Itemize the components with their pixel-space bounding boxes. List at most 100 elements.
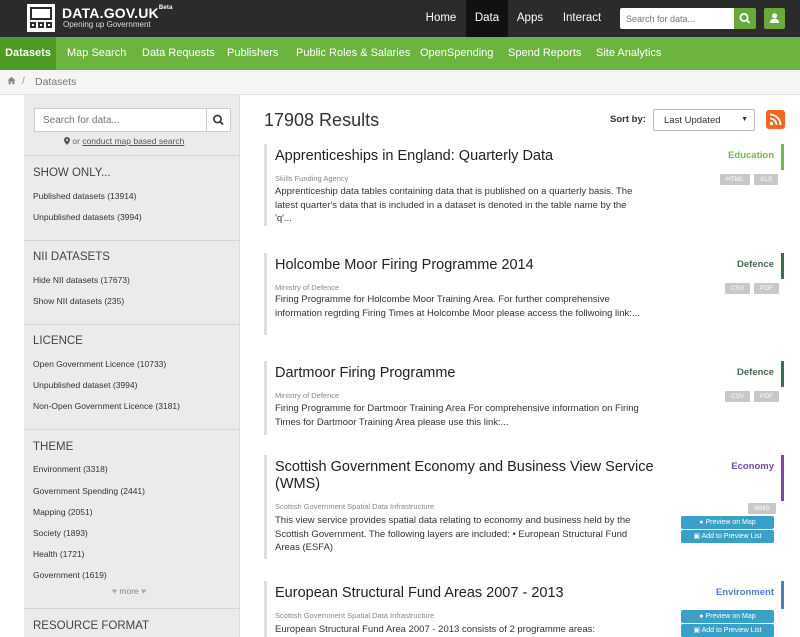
breadcrumb: / Datasets	[0, 70, 800, 95]
map-marker-icon: ●	[699, 519, 704, 526]
user-button[interactable]	[764, 8, 785, 29]
result-title[interactable]: Dartmoor Firing Programme	[275, 365, 456, 382]
result-publisher[interactable]: Ministry of Defence	[275, 391, 339, 400]
result-card: Scottish Government Economy and Business…	[264, 455, 784, 559]
format-badge[interactable]: PDF	[754, 283, 779, 294]
rss-feed-button[interactable]	[766, 110, 785, 129]
result-theme[interactable]: Education	[728, 150, 774, 161]
result-card: European Structural Fund Areas 2007 - 20…	[264, 581, 784, 637]
user-icon	[770, 13, 779, 23]
facet-item-government-spending[interactable]: Government Spending (2441)	[33, 486, 145, 496]
search-icon	[213, 114, 224, 126]
sidebar-search-input[interactable]	[34, 108, 207, 132]
result-title[interactable]: Apprenticeships in England: Quarterly Da…	[275, 148, 553, 165]
result-title[interactable]: Scottish Government Economy and Business…	[275, 459, 695, 493]
format-badge[interactable]: HTML	[720, 174, 750, 185]
caret-down-icon: ▼	[741, 116, 748, 123]
button-label: Add to Preview List	[701, 627, 762, 634]
format-badge[interactable]: CSV	[725, 391, 751, 402]
map-search-link[interactable]: conduct map based search	[82, 136, 184, 146]
theme-color-bar	[781, 581, 784, 609]
result-publisher[interactable]: Ministry of Defence	[275, 283, 339, 292]
subnav-datasets[interactable]: Datasets	[0, 37, 56, 70]
cart-icon: ▣	[693, 533, 701, 540]
divider	[24, 155, 239, 156]
header-search-button[interactable]	[734, 8, 756, 29]
result-publisher[interactable]: Scottish Government Spatial Data Infrast…	[275, 611, 434, 620]
result-publisher[interactable]: Skills Funding Agency	[275, 174, 348, 183]
facet-item-government[interactable]: Government (1619)	[33, 570, 107, 580]
facet-item-hide-nii[interactable]: Hide NII datasets (17673)	[33, 275, 130, 285]
facet-item-society[interactable]: Society (1893)	[33, 528, 88, 538]
more-label: more	[119, 586, 139, 596]
preview-on-map-button[interactable]: ● Preview on Map	[681, 610, 774, 623]
button-label: Preview on Map	[705, 519, 756, 526]
subnav-public-roles[interactable]: Public Roles & Salaries	[296, 37, 410, 70]
facet-title-show-only: SHOW ONLY...	[33, 167, 111, 179]
nav-interact[interactable]: Interact	[556, 0, 608, 37]
home-icon[interactable]	[7, 76, 16, 85]
result-theme[interactable]: Defence	[737, 259, 774, 270]
logo-title[interactable]: DATA.GOV.UKBeta	[62, 5, 173, 21]
breadcrumb-separator: /	[22, 76, 25, 87]
subnav-site-analytics[interactable]: Site Analytics	[596, 37, 661, 70]
result-theme[interactable]: Environment	[716, 587, 774, 598]
result-card: Holcombe Moor Firing Programme 2014 Mini…	[264, 253, 784, 335]
subnav-data-requests[interactable]: Data Requests	[142, 37, 215, 70]
divider	[24, 608, 239, 609]
map-marker-icon: ●	[699, 613, 704, 620]
subnav-publishers[interactable]: Publishers	[227, 37, 278, 70]
result-description: Firing Programme for Dartmoor Training A…	[275, 403, 639, 428]
facet-item-show-nii[interactable]: Show NII datasets (235)	[33, 296, 124, 306]
facet-item-unpublished[interactable]: Unpublished datasets (3994)	[33, 212, 142, 222]
button-label: Add to Preview List	[701, 533, 762, 540]
result-publisher[interactable]: Scottish Government Spatial Data Infrast…	[275, 502, 434, 511]
result-description: Firing Programme for Holcombe Moor Train…	[275, 294, 640, 319]
result-title[interactable]: European Structural Fund Areas 2007 - 20…	[275, 585, 564, 602]
add-to-preview-list-button[interactable]: ▣ Add to Preview List	[681, 624, 774, 637]
facet-title-theme: THEME	[33, 441, 74, 453]
nav-data[interactable]: Data	[466, 0, 508, 37]
facet-item-published[interactable]: Published datasets (13914)	[33, 191, 137, 201]
sidebar-search-button[interactable]	[206, 108, 231, 132]
format-badge[interactable]: XLS	[754, 174, 779, 185]
result-theme[interactable]: Economy	[731, 461, 774, 472]
breadcrumb-current: Datasets	[35, 76, 77, 88]
header-search-input[interactable]	[620, 8, 734, 29]
format-badge[interactable]: CSV	[725, 283, 751, 294]
facet-item-mapping[interactable]: Mapping (2051)	[33, 507, 93, 517]
nav-home[interactable]: Home	[418, 0, 464, 37]
rss-icon	[769, 113, 782, 126]
logo-subtitle: Opening up Government	[63, 20, 151, 29]
result-title[interactable]: Holcombe Moor Firing Programme 2014	[275, 257, 534, 274]
nav-apps[interactable]: Apps	[511, 0, 549, 37]
facet-title-licence: LICENCE	[33, 335, 83, 347]
add-to-preview-list-button[interactable]: ▣ Add to Preview List	[681, 530, 774, 543]
sort-label: Sort by:	[610, 114, 646, 125]
sort-select[interactable]: Last Updated ▼	[653, 109, 755, 131]
format-badge[interactable]: PDF	[754, 391, 779, 402]
search-icon	[739, 13, 751, 24]
sub-navigation: Datasets Map Search Data Requests Publis…	[0, 37, 800, 70]
facet-more-link[interactable]: ♥ more ♥	[112, 586, 146, 596]
preview-on-map-button[interactable]: ● Preview on Map	[681, 516, 774, 529]
result-description: European Structural Fund Area 2007 - 201…	[275, 624, 596, 635]
map-search-prefix: or	[72, 136, 80, 146]
facet-item-unpublished-licence[interactable]: Unpublished dataset (3994)	[33, 380, 137, 390]
cart-icon: ▣	[693, 627, 701, 634]
facet-item-environment[interactable]: Environment (3318)	[33, 464, 108, 474]
result-theme[interactable]: Defence	[737, 367, 774, 378]
subnav-map-search[interactable]: Map Search	[67, 37, 126, 70]
button-label: Preview on Map	[705, 613, 756, 620]
facet-item-ogl[interactable]: Open Government Licence (10733)	[33, 359, 166, 369]
facet-item-health[interactable]: Health (1721)	[33, 549, 85, 559]
subnav-spend-reports[interactable]: Spend Reports	[508, 37, 581, 70]
facet-title-nii: NII DATASETS	[33, 251, 110, 263]
theme-color-bar	[781, 361, 784, 387]
subnav-openspending[interactable]: OpenSpending	[420, 37, 493, 70]
divider	[24, 429, 239, 430]
format-badge[interactable]: WMS	[748, 503, 776, 514]
facet-title-resource-format: RESOURCE FORMAT	[33, 620, 150, 632]
logo-icon[interactable]	[27, 4, 55, 32]
facet-item-non-ogl[interactable]: Non-Open Government Licence (3181)	[33, 401, 180, 411]
